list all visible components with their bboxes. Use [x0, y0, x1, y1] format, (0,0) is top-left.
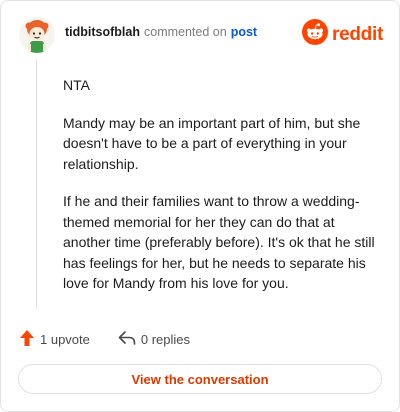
- replies-button[interactable]: 0 replies: [118, 330, 190, 349]
- comment-body: NTA Mandy may be an important part of hi…: [63, 75, 379, 311]
- embedded-comment-card: tidbitsofblah commented on post reddit N…: [0, 0, 400, 412]
- action-text: commented on: [144, 25, 227, 39]
- reddit-brand[interactable]: reddit: [302, 19, 383, 50]
- comment-paragraph: NTA: [63, 77, 90, 93]
- replies-count: 0 replies: [140, 332, 191, 347]
- upvote-button[interactable]: 1 upvote: [19, 329, 90, 350]
- reply-arrow-icon: [118, 330, 136, 349]
- post-link[interactable]: post: [231, 25, 257, 39]
- reddit-snoo-icon: [302, 19, 329, 50]
- view-conversation-button[interactable]: View the conversation: [18, 364, 382, 394]
- reddit-wordmark: reddit: [332, 23, 383, 45]
- username[interactable]: tidbitsofblah: [65, 25, 140, 39]
- thread-line: [36, 59, 37, 309]
- comment-paragraph: Mandy may be an important part of him, b…: [63, 114, 361, 172]
- upvote-arrow-icon: [19, 329, 35, 350]
- comment-actions: 1 upvote 0 replies: [19, 329, 190, 350]
- upvote-count: 1 upvote: [40, 332, 90, 347]
- avatar[interactable]: [19, 17, 55, 53]
- comment-paragraph: If he and their families want to throw a…: [63, 193, 375, 291]
- comment-meta: tidbitsofblah commented on post: [65, 25, 257, 39]
